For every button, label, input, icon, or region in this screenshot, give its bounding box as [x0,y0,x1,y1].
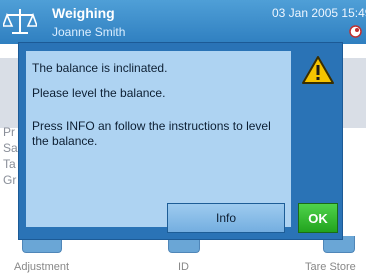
message-line: Please level the balance. [32,86,166,100]
screen: Weighing Joanne Smith 03 Jan 2005 15:49 … [0,0,366,279]
softkey-label: Tare Store [305,261,356,273]
warning-triangle-icon [302,56,334,84]
dialog-message-panel: The balance is inclinated. Please level … [26,51,291,227]
background-parameter-list: Pr Sa Ta Gr [3,124,18,188]
softkey-label: ID [178,261,189,273]
background-text: Gr [3,173,17,187]
date-time: 03 Jan 2005 15:49 [272,6,366,20]
user-name: Joanne Smith [52,25,126,39]
info-button[interactable]: Info [167,203,285,233]
balance-scale-icon [3,9,37,34]
message-line: Press INFO an follow the instructions to… [32,119,271,148]
background-text: Ta [3,157,16,171]
level-warning-dialog: The balance is inclinated. Please level … [18,42,343,240]
dialog-message: The balance is inclinated. Please level … [32,61,287,159]
background-text: Sa [3,141,18,155]
message-line: The balance is inclinated. [32,61,168,75]
background-text: Pr [3,125,15,139]
softkey-label: Adjustment [14,261,70,273]
app-title: Weighing [52,5,115,21]
leveling-bubble-icon [349,25,362,38]
header-bar: Weighing Joanne Smith 03 Jan 2005 15:49 [0,0,366,44]
ok-button[interactable]: OK [298,203,338,233]
